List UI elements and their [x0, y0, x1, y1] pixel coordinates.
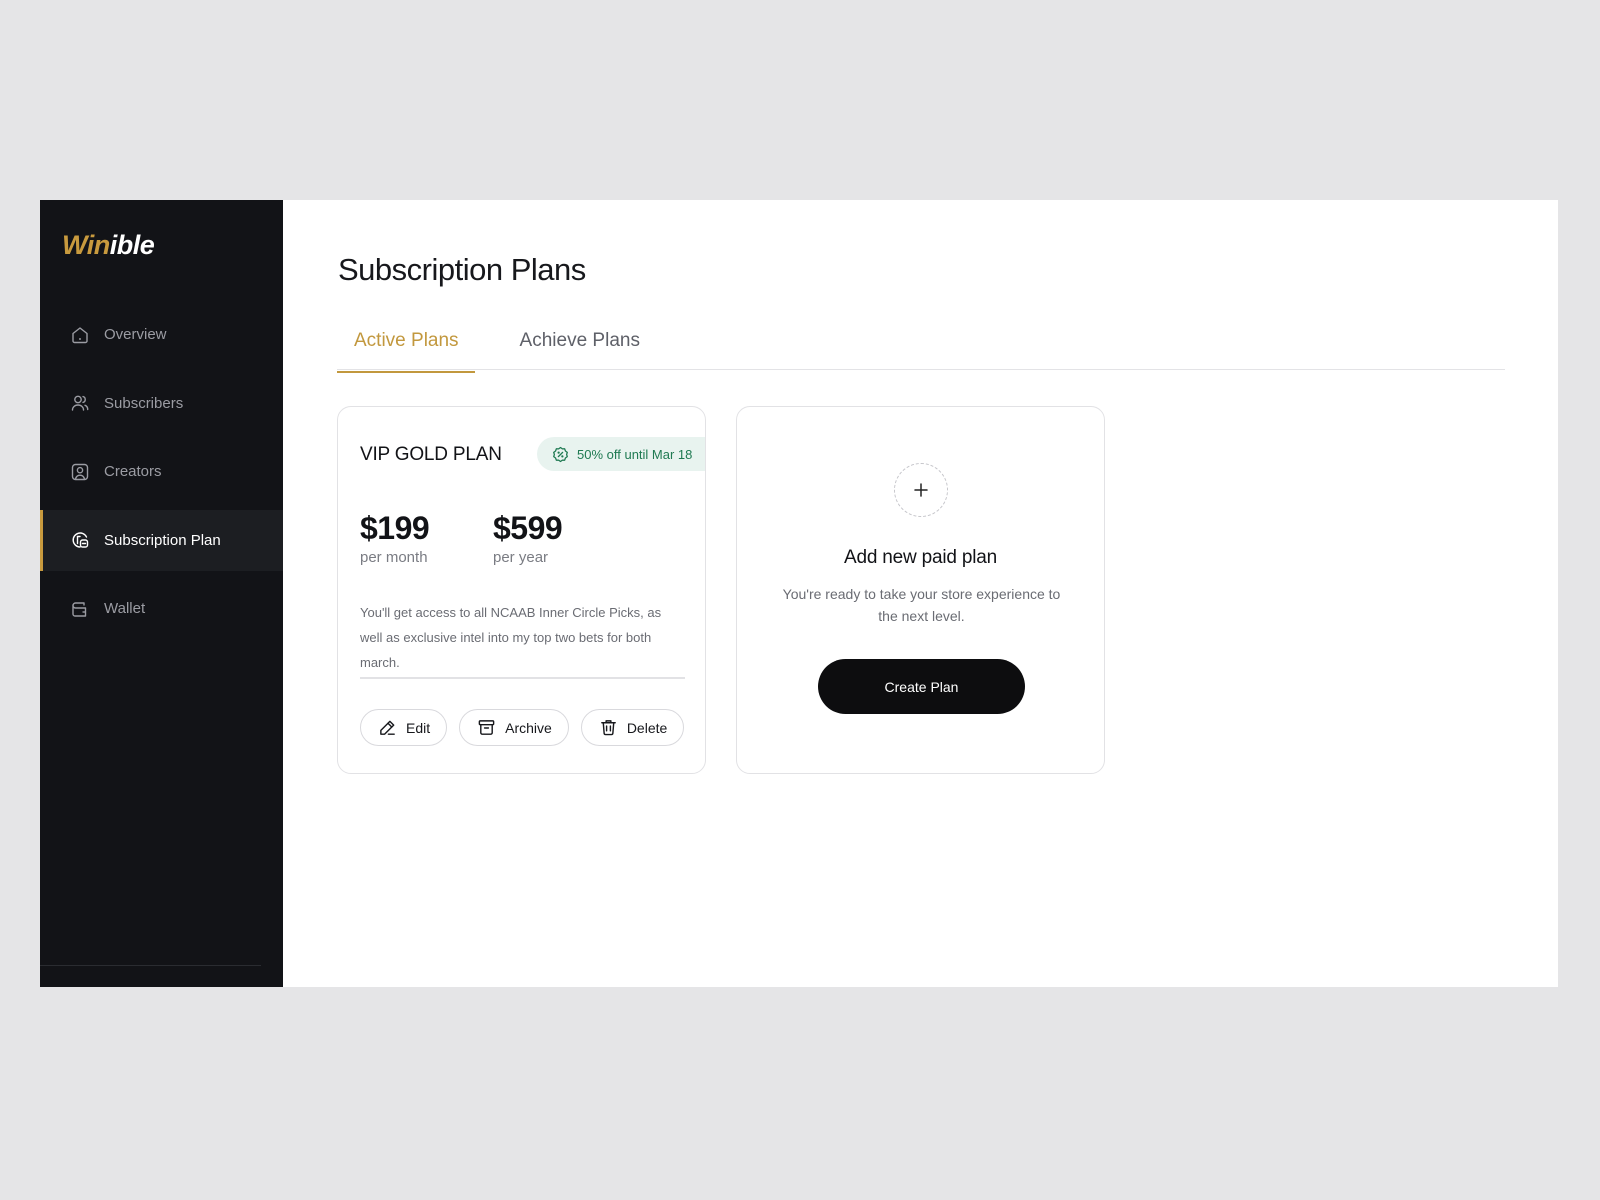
delete-button-label: Delete [626, 719, 668, 736]
sidebar-item-label: Wallet [104, 600, 146, 617]
add-plan-card: Add new paid plan You're ready to take y… [736, 406, 1105, 774]
sidebar-item-subscribers[interactable]: Subscribers [40, 373, 283, 434]
home-icon [70, 325, 90, 345]
promo-badge: 50% off until Mar 18 [537, 437, 705, 471]
pencil-icon [378, 718, 397, 737]
card-divider [360, 677, 685, 679]
sidebar-item-overview[interactable]: Overview [40, 304, 283, 365]
yearly-price-amount: $599 [493, 510, 563, 546]
add-plan-title: Add new paid plan [844, 547, 997, 568]
edit-button[interactable]: Edit [360, 709, 448, 746]
page-title: Subscription Plans [338, 252, 586, 287]
sidebar-item-label: Subscription Plan [104, 531, 221, 549]
delete-button[interactable]: Delete [580, 709, 685, 746]
main-content: Subscription Plans Active Plans Achieve … [283, 200, 1558, 987]
users-icon [70, 393, 90, 413]
sidebar-item-label: Overview [104, 326, 167, 343]
wallet-icon [70, 599, 90, 619]
archive-button-label: Archive [505, 719, 552, 736]
brand-logo[interactable]: Winible [62, 230, 155, 261]
monthly-price-amount: $199 [360, 510, 430, 546]
archive-icon [477, 718, 496, 737]
sidebar-item-wallet[interactable]: Wallet [40, 578, 283, 639]
plan-card: VIP GOLD PLAN 50% off until Mar 18 $199 … [337, 406, 706, 774]
tab-active-plans[interactable]: Active Plans [337, 328, 475, 373]
archive-button[interactable]: Archive [459, 709, 569, 746]
edit-button-label: Edit [406, 719, 431, 736]
discount-badge-icon [552, 446, 569, 463]
plan-tabs: Active Plans Achieve Plans [337, 328, 1505, 373]
sidebar: Winible Overview Subscribers Creators Su… [40, 200, 283, 987]
promo-text: 50% off until Mar 18 [577, 446, 693, 462]
plan-description: You'll get access to all NCAAB Inner Cir… [360, 605, 662, 670]
sidebar-item-label: Subscribers [104, 394, 184, 412]
sidebar-item-creators[interactable]: Creators [40, 441, 283, 502]
sidebar-item-subscription-plan[interactable]: Subscription Plan [40, 509, 283, 571]
plan-name: VIP GOLD PLAN [360, 444, 502, 465]
brand-logo-part1: Win [62, 230, 110, 260]
tab-achieve-plans[interactable]: Achieve Plans [503, 328, 656, 370]
plan-actions: Edit Archive Delete [360, 709, 685, 746]
yearly-price: $599 per year [493, 510, 563, 566]
yearly-price-label: per year [493, 549, 549, 566]
plus-icon [913, 482, 929, 498]
add-plan-description: You're ready to take your store experien… [782, 586, 1061, 624]
sidebar-nav: Overview Subscribers Creators Subscripti… [40, 304, 283, 647]
create-plan-button[interactable]: Create Plan [818, 659, 1025, 714]
trash-icon [599, 718, 618, 737]
add-plan-icon-button[interactable] [894, 463, 948, 517]
monthly-price: $199 per month [360, 510, 430, 566]
user-square-icon [70, 462, 90, 482]
app-window: Winible Overview Subscribers Creators Su… [40, 200, 1558, 987]
coins-icon [70, 530, 90, 550]
monthly-price-label: per month [360, 549, 428, 566]
sidebar-item-label: Creators [104, 463, 162, 480]
brand-logo-part2: ible [109, 230, 155, 260]
sidebar-divider [40, 965, 261, 966]
